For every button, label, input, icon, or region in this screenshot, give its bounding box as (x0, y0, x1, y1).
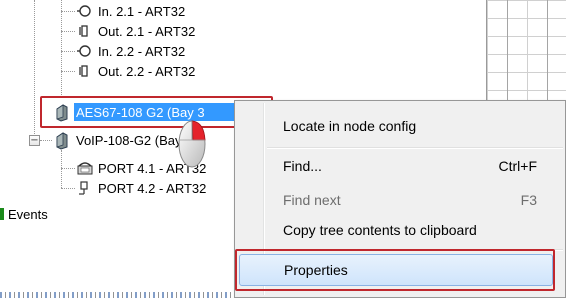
tree-item-out-2-2[interactable]: Out. 2.2 - ART32 (76, 61, 195, 81)
mouse-icon (176, 116, 212, 170)
tree-connector (61, 11, 75, 12)
output-port-icon (76, 63, 92, 79)
tree-connector (61, 188, 75, 189)
menu-item-shortcut: F3 (520, 192, 537, 208)
menu-item-label: Copy tree contents to clipboard (283, 222, 477, 238)
tree-connector (34, 0, 35, 140)
tree-item-port-4-2[interactable]: PORT 4.2 - ART32 (76, 178, 236, 198)
tree-connector (61, 0, 62, 95)
menu-item-find-next: Find next F3 (237, 185, 563, 215)
tree-item-label: Out. 2.1 - ART32 (98, 23, 196, 39)
tree-connector (40, 140, 52, 141)
tree-item-label: Out. 2.2 - ART32 (98, 63, 196, 79)
input-port-icon (76, 3, 92, 19)
tree-item-label: In. 2.2 - ART32 (98, 43, 186, 59)
events-icon (0, 208, 4, 220)
tree-item-out-2-1[interactable]: Out. 2.1 - ART32 (76, 21, 195, 41)
phone-icon (76, 160, 93, 176)
output-port-icon (76, 23, 92, 39)
menu-item-shortcut: Ctrl+F (498, 158, 538, 174)
tree-connector (61, 168, 75, 169)
input-port-icon (76, 43, 92, 59)
menu-item-label: Find... (283, 158, 322, 174)
menu-item-copy-tree[interactable]: Copy tree contents to clipboard (237, 215, 563, 245)
menu-item-find[interactable]: Find... Ctrl+F (237, 151, 563, 181)
tree-item-label: In. 2.1 - ART32 (98, 3, 186, 19)
tree-connector (61, 51, 75, 52)
tree-item-label: PORT 4.2 - ART32 (98, 180, 207, 196)
tree-connector (61, 150, 62, 188)
tree-item-label: Events (8, 206, 48, 222)
tree-item-in-2-2[interactable]: In. 2.2 - ART32 (76, 41, 185, 61)
menu-item-locate-in-node-config[interactable]: Locate in node config (237, 111, 563, 141)
tree-item-voip[interactable]: VoIP-108-G2 (Bay 4) (76, 130, 236, 150)
tree-connector (61, 31, 75, 32)
menu-item-label: Find next (283, 192, 341, 208)
partial-row-artifact (0, 292, 240, 298)
menu-separator (267, 147, 563, 149)
tree-connector (61, 71, 75, 72)
sip-port-icon (76, 180, 92, 196)
device-card-icon (54, 104, 70, 122)
tree-item-port-4-1[interactable]: PORT 4.1 - ART32 (76, 158, 236, 178)
properties-highlight-box (235, 249, 555, 291)
device-card-icon (54, 132, 70, 150)
collapse-toggle[interactable]: − (29, 135, 40, 146)
tree-item-events[interactable]: Events (8, 204, 48, 224)
menu-item-label: Locate in node config (283, 118, 417, 134)
tree-item-in-2-1[interactable]: In. 2.1 - ART32 (76, 1, 185, 21)
